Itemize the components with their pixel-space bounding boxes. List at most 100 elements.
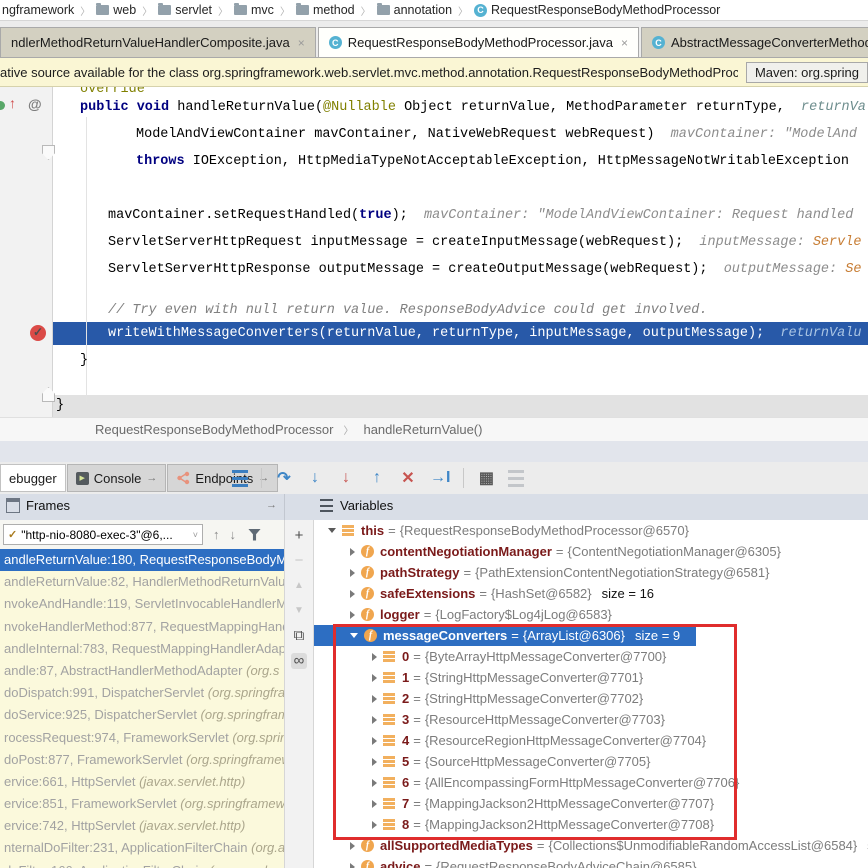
variable-row-6[interactable]: 6={AllEncompassingFormHttpMessageConvert… [314,772,868,793]
step-into-icon[interactable]: ↓ [306,469,324,487]
tree-chevron-icon[interactable] [372,653,377,661]
editor-tab[interactable]: CAbstractMessageConverterMethodProc [641,27,868,57]
move-watch-up-button[interactable]: ▲ [294,578,304,594]
editor-tab[interactable]: CRequestResponseBodyMethodProcessor.java… [318,27,639,57]
tree-chevron-icon[interactable] [372,737,377,745]
stack-frame-row[interactable]: doService:925, DispatcherServlet (org.sp… [0,704,284,726]
next-frame-button[interactable]: ↓ [230,527,237,542]
variable-name: 0 [402,649,409,664]
run-to-cursor-icon[interactable]: →I [430,469,450,487]
tree-chevron-icon[interactable] [350,611,355,619]
breadcrumb-method[interactable]: handleReturnValue() [363,422,482,437]
variables-panel-title: Variables [340,498,393,513]
debug-tab-ebugger[interactable]: ebugger [0,464,66,492]
variables-menu-icon[interactable] [320,499,333,512]
breadcrumb-item-servlet[interactable]: servlet [156,3,214,17]
breakpoint-icon[interactable]: ✓ [30,325,46,341]
variable-row-8[interactable]: 8={MappingJackson2HttpMessageConverter@7… [314,814,868,835]
breadcrumb-class[interactable]: RequestResponseBodyMethodProcessor [95,422,333,437]
tree-chevron-icon[interactable] [372,674,377,682]
close-tab-icon[interactable]: × [621,36,628,50]
stack-frame-row[interactable]: doFilter:166, ApplicationFilterChain (or… [0,860,284,868]
variable-row-messageConverters[interactable]: fmessageConverters={ArrayList@6306}size … [314,625,868,646]
stack-frame-row[interactable]: doPost:877, FrameworkServlet (org.spring… [0,749,284,771]
tree-chevron-icon[interactable] [372,695,377,703]
fold-marker-icon[interactable] [42,387,55,402]
add-watch-button[interactable]: + [295,528,304,544]
drop-frame-icon[interactable]: ✕ [399,468,417,488]
variable-row-1[interactable]: 1={StringHttpMessageConverter@7701} [314,667,868,688]
tree-chevron-icon[interactable] [372,800,377,808]
hide-frames-filter-icon[interactable] [248,529,261,541]
variable-row-safeExtensions[interactable]: fsafeExtensions={HashSet@6582}size = 16 [314,583,868,604]
variable-row-contentNegotiationManager[interactable]: fcontentNegotiationManager={ContentNegot… [314,541,868,562]
tree-chevron-icon[interactable] [372,779,377,787]
stack-frame-row[interactable]: rocessRequest:974, FrameworkServlet (org… [0,727,284,749]
variable-row-allSupportedMediaTypes[interactable]: fallSupportedMediaTypes={Collections$Unm… [314,835,868,856]
tree-chevron-icon[interactable] [350,842,355,850]
code-editor[interactable]: ↑ @ ✓ overridepublic void handleReturnVa… [0,87,868,417]
variable-row-4[interactable]: 4={ResourceRegionHttpMessageConverter@77… [314,730,868,751]
tree-chevron-icon[interactable] [350,863,355,868]
show-execution-point-icon[interactable] [232,470,248,487]
fold-marker-icon[interactable] [42,145,55,160]
tree-chevron-icon[interactable] [350,548,355,556]
thread-combobox[interactable]: ✓ "http-nio-8080-exec-3"@6,... ˅ [3,524,203,545]
banner-library-button[interactable]: Maven: org.spring [746,62,868,83]
variable-row-pathStrategy[interactable]: fpathStrategy={PathExtensionContentNegot… [314,562,868,583]
variable-row-advice[interactable]: fadvice={RequestResponseBodyAdviceChain@… [314,856,868,868]
layout-settings-icon[interactable] [508,470,524,487]
stack-frame-row[interactable]: nternalDoFilter:231, ApplicationFilterCh… [0,837,284,859]
code-line: ServletServerHttpResponse outputMessage … [108,259,861,281]
stack-frame-row[interactable]: andleInternal:783, RequestMappingHandler… [0,638,284,660]
tree-chevron-icon[interactable] [372,821,377,829]
code-token: outputMessage: [708,262,846,277]
breadcrumb-item-ngframework[interactable]: ngframework [0,3,76,17]
editor-tab[interactable]: ndlerMethodReturnValueHandlerComposite.j… [0,27,316,57]
step-out-icon[interactable]: ↑ [368,469,386,487]
stack-frame-row[interactable]: andle:87, AbstractHandlerMethodAdapter (… [0,660,284,682]
stack-frame-row[interactable]: ervice:661, HttpServlet (javax.servlet.h… [0,771,284,793]
tree-chevron-icon[interactable] [372,758,377,766]
move-watch-down-button[interactable]: ▼ [294,603,304,619]
tree-chevron-icon[interactable] [350,590,355,598]
force-step-into-icon[interactable]: ↓ [337,469,355,487]
variable-name: advice [380,859,420,868]
variable-row-5[interactable]: 5={SourceHttpMessageConverter@7705} [314,751,868,772]
code-line: ServletServerHttpRequest inputMessage = … [108,232,861,254]
variable-row-this[interactable]: this={RequestResponseBodyMethodProcessor… [314,520,868,541]
variable-row-3[interactable]: 3={ResourceHttpMessageConverter@7703} [314,709,868,730]
breadcrumb-item-mvc[interactable]: mvc [232,3,276,17]
stack-frame-row[interactable]: ervice:742, HttpServlet (javax.servlet.h… [0,815,284,837]
variable-row-7[interactable]: 7={MappingJackson2HttpMessageConverter@7… [314,793,868,814]
tree-chevron-icon[interactable] [350,569,355,577]
stack-frame-row[interactable]: ervice:851, FrameworkServlet (org.spring… [0,793,284,815]
variable-row-0[interactable]: 0={ByteArrayHttpMessageConverter@7700} [314,646,868,667]
tree-chevron-icon[interactable] [350,633,358,638]
stack-frame-row[interactable]: nvokeHandlerMethod:877, RequestMappingHa… [0,616,284,638]
step-over-icon[interactable]: ↷ [275,468,293,488]
debug-tab-console[interactable]: ▶Console→ [67,464,167,492]
breadcrumb-item-RequestResponseBodyMethodProcessor[interactable]: CRequestResponseBodyMethodProcessor [472,3,722,17]
evaluate-expression-icon[interactable]: ▦ [477,468,495,488]
stack-frame-row[interactable]: nvokeAndHandle:119, ServletInvocableHand… [0,593,284,615]
frames-pin-icon[interactable]: → [266,499,277,511]
breadcrumb-item-annotation[interactable]: annotation [375,3,454,17]
breadcrumb-item-method[interactable]: method [294,3,357,17]
variable-row-2[interactable]: 2={StringHttpMessageConverter@7702} [314,688,868,709]
thread-name: "http-nio-8080-exec-3"@6,... [21,528,172,542]
overriding-method-icon[interactable]: ↑ [9,95,16,111]
tree-chevron-icon[interactable] [328,528,336,533]
stack-frame-row[interactable]: andleReturnValue:82, HandlerMethodReturn… [0,571,284,593]
duplicate-watch-button[interactable]: ⧉ [294,628,305,644]
remove-watch-button[interactable]: − [295,553,304,569]
tree-chevron-icon[interactable] [372,716,377,724]
stack-frame-row[interactable]: doDispatch:991, DispatcherServlet (org.s… [0,682,284,704]
breadcrumb-item-web[interactable]: web [94,3,138,17]
stack-frame-row[interactable]: andleReturnValue:180, RequestResponseBod… [0,549,284,571]
prev-frame-button[interactable]: ↑ [213,527,220,542]
show-watches-toggle[interactable]: ∞ [291,653,308,669]
close-tab-icon[interactable]: × [298,36,305,50]
variable-row-logger[interactable]: flogger={LogFactory$Log4jLog@6583} [314,604,868,625]
editor-tab-bar: ndlerMethodReturnValueHandlerComposite.j… [0,21,868,58]
